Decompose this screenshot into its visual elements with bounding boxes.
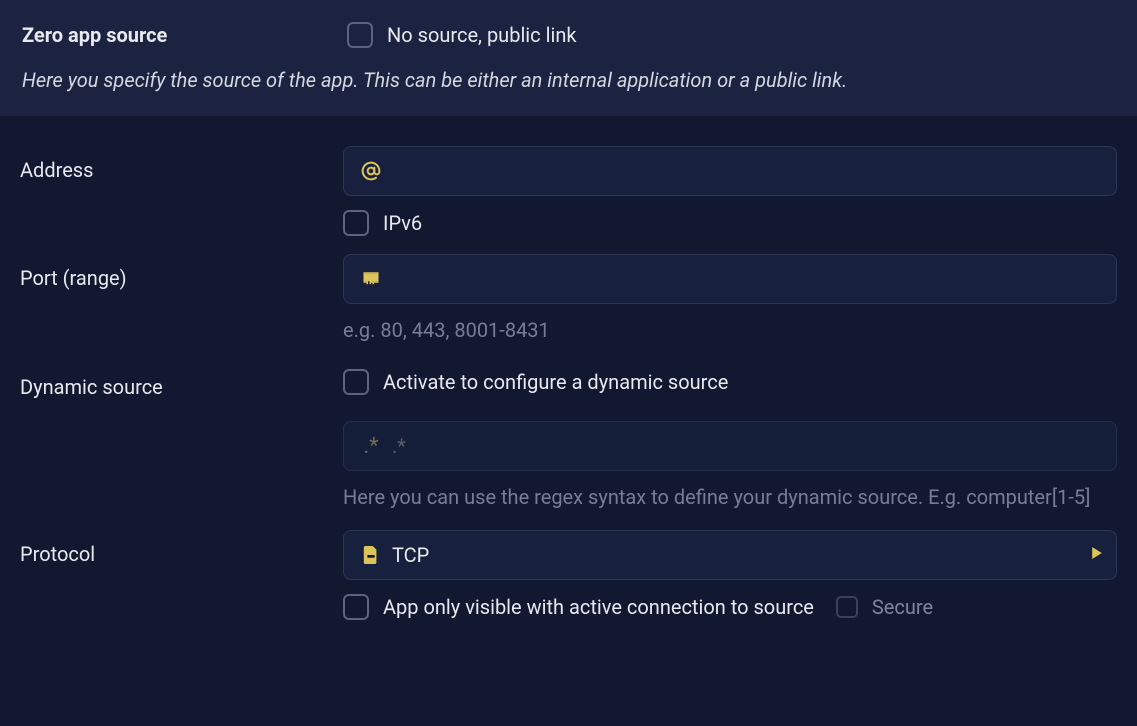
at-icon [358, 161, 384, 181]
ipv6-option: IPv6 [343, 210, 1117, 236]
dynamic-row: Dynamic source Activate to configure a d… [20, 363, 1117, 512]
ethernet-icon [358, 272, 384, 286]
no-source-option: No source, public link [347, 22, 577, 48]
address-row: Address IPv6 [20, 146, 1117, 236]
activate-option: Activate to configure a dynamic source [343, 369, 1117, 395]
protocol-select[interactable]: 01 TCP [343, 530, 1117, 580]
port-input[interactable] [384, 255, 1102, 303]
regex-icon: .* [358, 434, 384, 459]
form-body: Address IPv6 Port (range) e.g. 80 [0, 116, 1137, 658]
port-label: Port (range) [20, 254, 343, 345]
protocol-row: Protocol 01 TCP App only visible with ac… [20, 530, 1117, 620]
address-input[interactable] [384, 147, 1102, 195]
no-source-checkbox[interactable] [347, 22, 373, 48]
protocol-options: App only visible with active connection … [343, 594, 1117, 620]
document-icon: 01 [358, 546, 384, 564]
address-label: Address [20, 146, 343, 236]
section-title: Zero app source [22, 23, 347, 47]
section-description: Here you specify the source of the app. … [22, 68, 1117, 92]
regex-input-wrap: .* [343, 421, 1117, 471]
no-source-label: No source, public link [387, 23, 577, 47]
svg-text:01: 01 [368, 555, 372, 559]
ipv6-checkbox[interactable] [343, 210, 369, 236]
activate-label: Activate to configure a dynamic source [383, 370, 728, 394]
address-input-wrap[interactable] [343, 146, 1117, 196]
secure-checkbox[interactable] [836, 596, 858, 618]
protocol-value: TCP [384, 531, 1092, 579]
activate-checkbox[interactable] [343, 369, 369, 395]
visible-checkbox[interactable] [343, 594, 369, 620]
chevron-right-icon [1092, 547, 1102, 563]
port-row: Port (range) e.g. 80, 443, 8001-8431 [20, 254, 1117, 345]
regex-input[interactable] [384, 422, 1102, 470]
regex-hint: Here you can use the regex syntax to def… [343, 483, 1117, 512]
visible-label: App only visible with active connection … [383, 595, 814, 619]
form-header: Zero app source No source, public link H… [0, 0, 1137, 116]
secure-label: Secure [872, 595, 933, 619]
port-input-wrap[interactable] [343, 254, 1117, 304]
dynamic-label: Dynamic source [20, 363, 343, 512]
ipv6-label: IPv6 [383, 211, 422, 235]
protocol-label: Protocol [20, 530, 343, 620]
port-hint: e.g. 80, 443, 8001-8431 [343, 316, 1117, 345]
